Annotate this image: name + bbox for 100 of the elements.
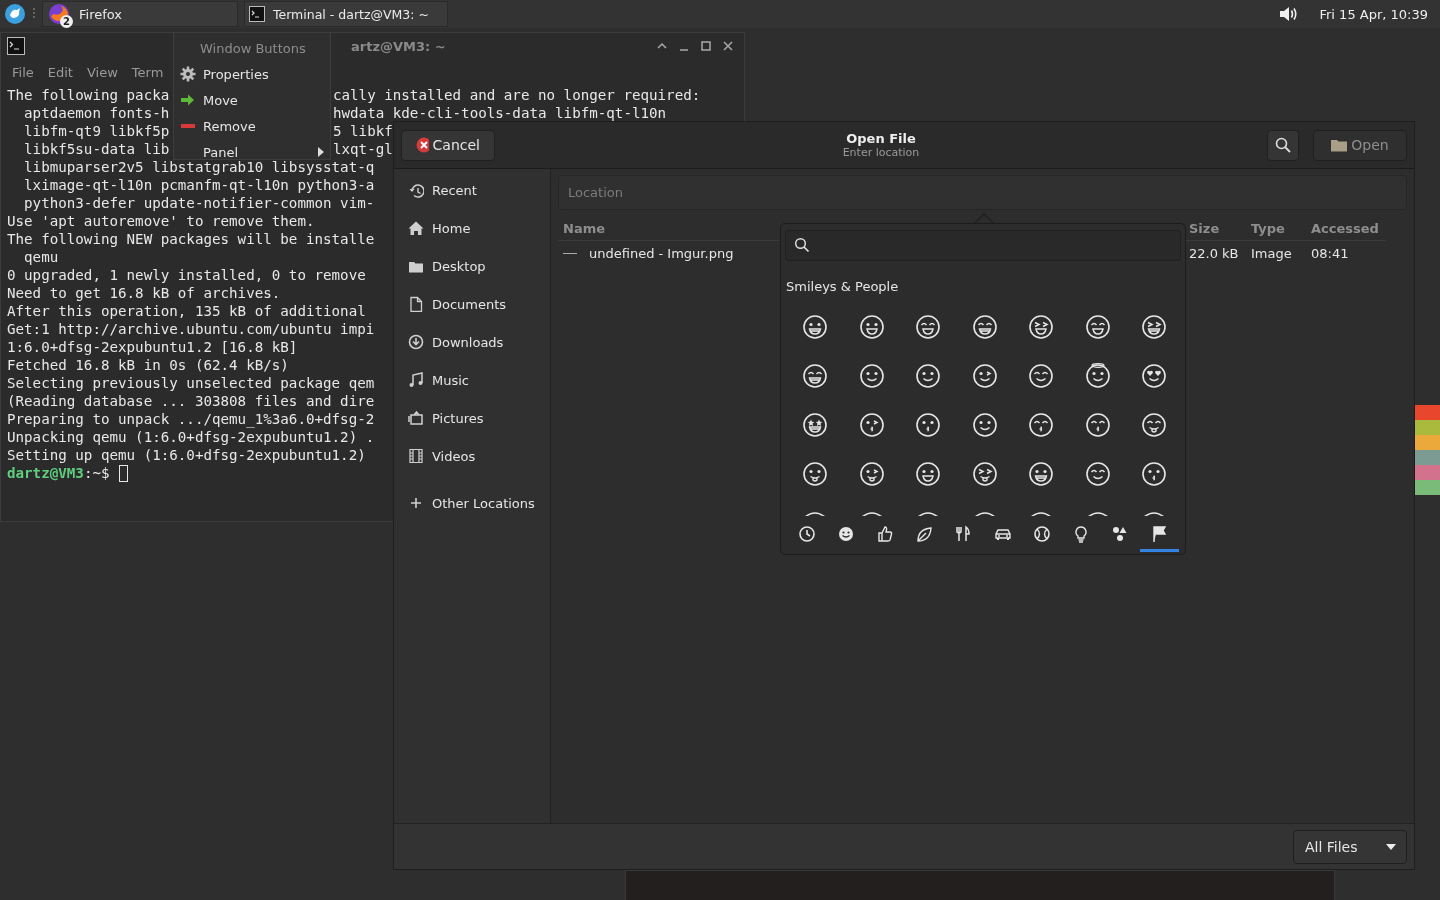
terminal-icon [7, 37, 25, 55]
smiley-icon[interactable] [1084, 461, 1111, 488]
smiley-icon[interactable] [1084, 412, 1111, 439]
file-type-dropdown[interactable]: All Files [1293, 829, 1407, 864]
smiley-icon[interactable] [1141, 461, 1168, 488]
smiley-icon[interactable] [858, 461, 885, 488]
cancel-button[interactable]: Cancel [401, 129, 495, 161]
menu-item[interactable]: Term [131, 64, 164, 80]
terminal-line: Use 'apt autoremove' to remove them. [7, 212, 315, 230]
column-header[interactable]: Type [1246, 216, 1306, 241]
location-field[interactable]: Location [558, 175, 1407, 210]
smiley-icon[interactable] [1028, 314, 1055, 341]
terminal-line: Unpacking qemu (1:6.0+dfsg-2expubuntu1.2) . [7, 428, 375, 446]
terminal-line: Setting up qemu (1:6.0+dfsg-2expubuntu1.2) [7, 446, 366, 464]
smiley-icon[interactable] [915, 363, 942, 390]
smiley-icon[interactable] [858, 412, 885, 439]
smiley-icon[interactable] [802, 461, 829, 488]
sidebar-item[interactable]: Recent [394, 171, 550, 209]
table-cell-text: Image [1250, 245, 1293, 263]
smiley-icon[interactable] [802, 314, 829, 341]
history-icon [408, 182, 424, 198]
smiley-icon[interactable] [971, 363, 998, 390]
column-header[interactable]: Accessed [1306, 216, 1386, 241]
sidebar-item[interactable]: Music [394, 361, 550, 399]
smiley-icon[interactable] [971, 412, 998, 439]
submenu-arrow-icon [318, 147, 324, 157]
document-icon [408, 296, 424, 312]
sidebar-item[interactable]: Other Locations [394, 484, 550, 522]
flag-icon [1150, 524, 1169, 543]
smiley-icon[interactable] [1028, 363, 1055, 390]
cursor [118, 464, 128, 482]
taskbar-button[interactable]: Terminal - dartz@VM3: ~ [244, 1, 448, 27]
menu-item[interactable]: File [12, 64, 34, 80]
taskbar-button[interactable]: 2 Firefox [42, 1, 238, 27]
sidebar-item[interactable]: Documents [394, 285, 550, 323]
download-icon [408, 334, 424, 350]
smiley-icon[interactable] [1084, 314, 1111, 341]
terminal-icon [249, 6, 265, 22]
sidebar-item[interactable]: Downloads [394, 323, 550, 361]
close-icon [416, 137, 429, 153]
terminal-line: libfm-qt9 libkf5p [23, 123, 170, 139]
menu-item[interactable]: View [86, 64, 118, 80]
prompt-user: dartz@VM3 [7, 464, 84, 482]
smiley-icon[interactable] [1028, 412, 1055, 439]
thumbs-up-icon [876, 524, 894, 543]
terminal-line: 0 upgraded, 1 newly installed, 0 to remove [7, 266, 366, 284]
arrow-icon [180, 92, 196, 108]
terminal-line: libmuparser2v5 libstatgrab10 libsysstat-q [23, 158, 375, 176]
terminal-line: The following packa [7, 87, 170, 103]
smiley-icon[interactable] [1141, 314, 1168, 341]
smiley-icon[interactable] [1141, 412, 1168, 439]
smiley-icon[interactable] [1084, 363, 1111, 390]
clock[interactable]: Fri 15 Apr, 10:39 [1305, 6, 1436, 22]
smiley-icon[interactable] [1028, 461, 1055, 488]
terminal-line: aptdaemon fonts-h [23, 105, 170, 121]
smiley-icon[interactable] [858, 314, 885, 341]
menu-item[interactable]: Remove [174, 113, 330, 139]
sidebar-item[interactable]: Desktop [394, 247, 550, 285]
lightbulb-icon [1072, 524, 1090, 543]
smiley-icon[interactable] [971, 314, 998, 341]
gear-icon [180, 66, 196, 82]
picture-icon [408, 410, 424, 426]
search-button[interactable] [1267, 129, 1299, 161]
smiley-icon[interactable] [915, 412, 942, 439]
search-icon [794, 237, 810, 254]
smiley-icon[interactable] [858, 363, 885, 390]
smiley-icon[interactable] [1141, 363, 1168, 390]
terminal-line: cally installed and are no longer required: [333, 86, 701, 104]
maximize-icon[interactable] [700, 40, 712, 52]
terminal-line: python3-defer update-notifier-common vim- [23, 194, 375, 212]
terminal-line: After this operation, 135 kB of additional [7, 302, 366, 320]
terminal-line: Preparing to unpack .../qemu_1%3a6.0+dfsg-2 [7, 410, 375, 428]
smiley-icon[interactable] [802, 363, 829, 390]
prompt-path: :~$ [83, 464, 110, 482]
search-field[interactable] [785, 230, 1181, 261]
terminal-line: lximage-qt-l10n pcmanfm-qt-l10n python3-a [23, 176, 375, 194]
sidebar-item[interactable]: Home [394, 209, 550, 247]
fork-knife-icon [954, 524, 973, 543]
close-icon[interactable] [722, 40, 734, 52]
sidebar-item[interactable]: Videos [394, 437, 550, 475]
menu-item[interactable]: Edit [47, 64, 73, 80]
app-menu-icon[interactable] [4, 3, 26, 25]
music-note-icon [408, 372, 424, 388]
ball-icon [1032, 524, 1051, 543]
terminal-line: libkf5su-data lib [23, 141, 170, 157]
smiley-icon[interactable] [915, 314, 942, 341]
terminal-line: Need to get 16.8 kB of archives. [7, 284, 281, 302]
home-icon [408, 220, 424, 236]
terminal-line: The following NEW packages will be installe [7, 230, 375, 248]
menu-item[interactable]: Properties [174, 61, 330, 87]
file-name-cell[interactable]: undefined - Imgur.png [558, 241, 1184, 266]
smiley-icon[interactable] [971, 461, 998, 488]
sidebar-item[interactable]: Pictures [394, 399, 550, 437]
smiley-icon[interactable] [802, 412, 829, 439]
leaf-icon [915, 524, 934, 543]
grip-icon [32, 7, 36, 21]
dialog-subtitle: Enter location [842, 146, 920, 159]
terminal-line: qemu [23, 248, 59, 266]
menu-item[interactable]: Move [174, 87, 330, 113]
smiley-icon[interactable] [915, 461, 942, 488]
